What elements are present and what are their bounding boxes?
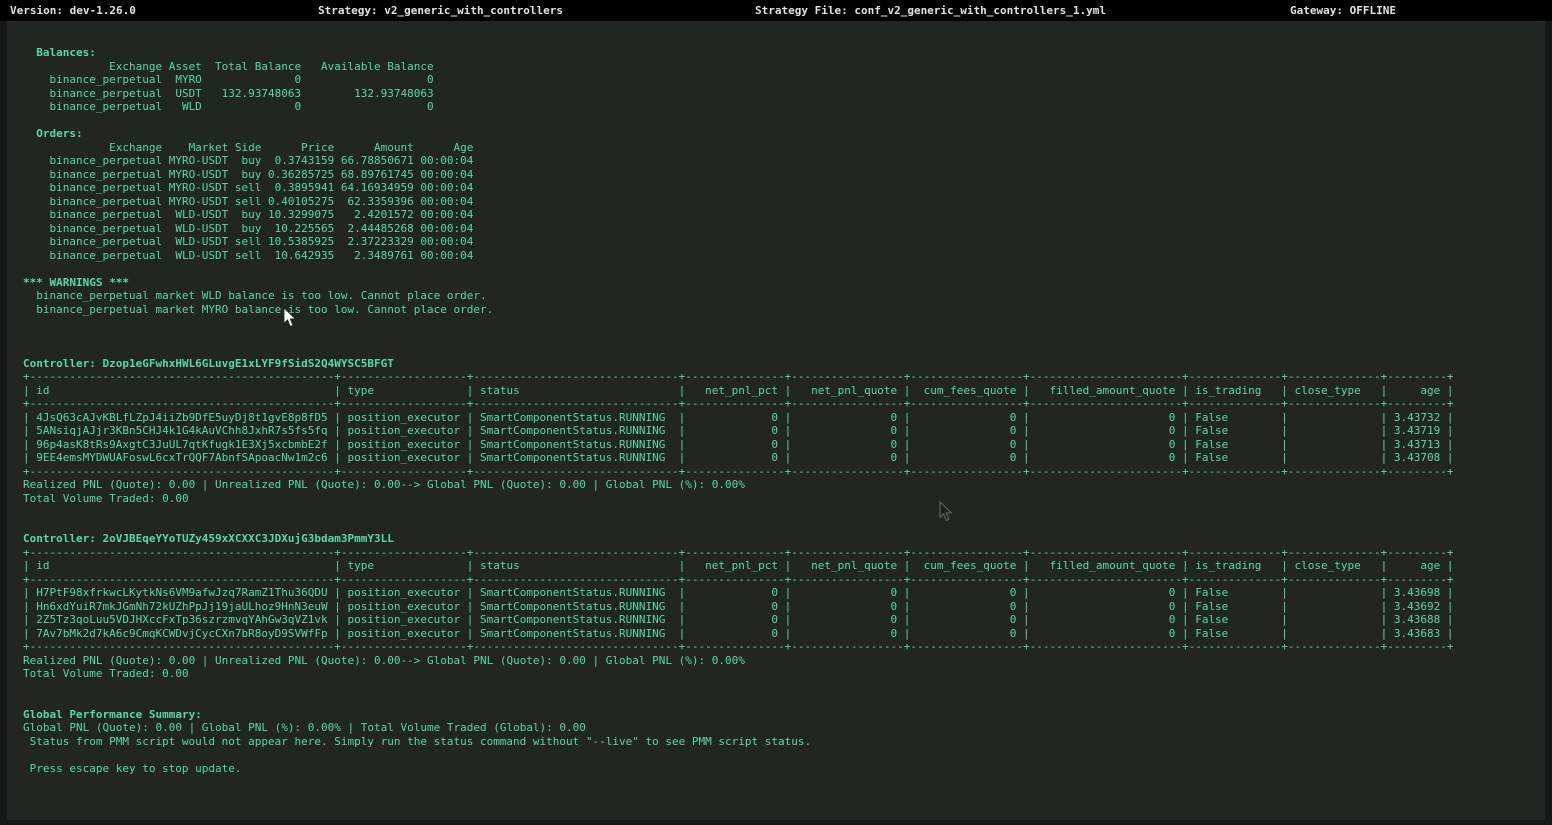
warning-line: binance_perpetual market MYRO balance is… bbox=[23, 303, 1545, 317]
global-pnl-line: Global PNL (Quote): 0.00 | Global PNL (%… bbox=[23, 721, 1545, 735]
status-bar: Version: dev-1.26.0 Strategy: v2_generic… bbox=[0, 0, 1552, 21]
controller-pnl-summary: Realized PNL (Quote): 0.00 | Unrealized … bbox=[23, 654, 1545, 668]
warnings-title: *** WARNINGS *** bbox=[23, 276, 1545, 290]
controller-section-2: Controller: 2oVJBEqeYYoTUZy459xXCXXC3JDX… bbox=[23, 532, 1545, 681]
executors-table: +---------------------------------------… bbox=[23, 370, 1545, 478]
orders-title: Orders: bbox=[23, 127, 1545, 141]
terminal-screen[interactable]: Balances: Exchange Asset Total Balance A… bbox=[7, 21, 1545, 820]
controller-pnl-summary: Realized PNL (Quote): 0.00 | Unrealized … bbox=[23, 478, 1545, 492]
controller-volume-summary: Total Volume Traded: 0.00 bbox=[23, 492, 1545, 506]
strategy-label: Strategy: v2_generic_with_controllers bbox=[318, 4, 563, 17]
footer-section: Press escape key to stop update. bbox=[23, 762, 1545, 776]
controller-volume-summary: Total Volume Traded: 0.00 bbox=[23, 667, 1545, 681]
controller-title: Controller: Dzop1eGFwhxHWL6GLuvgE1xLYF9f… bbox=[23, 357, 1545, 371]
balances-section: Balances: Exchange Asset Total Balance A… bbox=[23, 46, 1545, 114]
warning-line: binance_perpetual market WLD balance is … bbox=[23, 289, 1545, 303]
gateway-status-label: Gateway: OFFLINE bbox=[1290, 4, 1396, 17]
global-summary-section: Global Performance Summary: Global PNL (… bbox=[23, 708, 1545, 749]
version-label: Version: dev-1.26.0 bbox=[10, 4, 136, 17]
global-summary-title: Global Performance Summary: bbox=[23, 708, 1545, 722]
strategy-file-label: Strategy File: conf_v2_generic_with_cont… bbox=[755, 4, 1106, 17]
orders-section: Orders: Exchange Market Side Price Amoun… bbox=[23, 127, 1545, 262]
orders-table: Exchange Market Side Price Amount Age bi… bbox=[23, 141, 1545, 263]
balances-table: Exchange Asset Total Balance Available B… bbox=[23, 60, 1545, 114]
balances-title: Balances: bbox=[23, 46, 1545, 60]
pmm-note-line: Status from PMM script would not appear … bbox=[23, 735, 1545, 749]
controller-section-1: Controller: Dzop1eGFwhxHWL6GLuvgE1xLYF9f… bbox=[23, 357, 1545, 506]
executors-table: +---------------------------------------… bbox=[23, 546, 1545, 654]
warnings-section: *** WARNINGS *** binance_perpetual marke… bbox=[23, 276, 1545, 317]
escape-hint: Press escape key to stop update. bbox=[23, 762, 1545, 776]
controller-title: Controller: 2oVJBEqeYYoTUZy459xXCXXC3JDX… bbox=[23, 532, 1545, 546]
